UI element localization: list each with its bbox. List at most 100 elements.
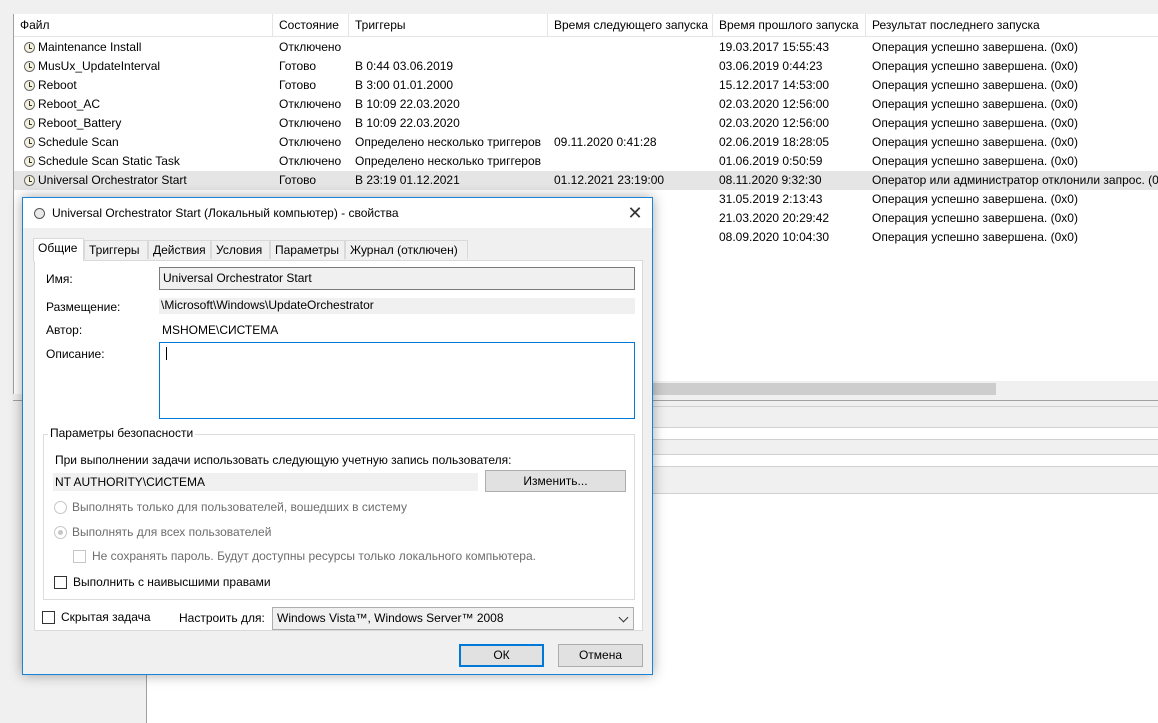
column-header-next-run[interactable]: Время следующего запуска xyxy=(548,14,713,36)
table-row[interactable]: Schedule Scan Отключено Определено несколь… xyxy=(14,133,1158,152)
task-status: Отключено xyxy=(279,40,342,54)
properties-dialog: Universal Orchestrator Start (Локальный … xyxy=(22,197,653,675)
security-options-group: Параметры безопасности При выполнении за… xyxy=(43,426,635,600)
tab-triggers[interactable]: Триггеры xyxy=(84,240,148,259)
task-result: Операция успешно завершена. (0x0) xyxy=(872,192,1078,206)
task-status: Отключено xyxy=(279,154,342,168)
tab-general[interactable]: Общие xyxy=(33,238,84,261)
run-logged-on-label: Выполнять только для пользователей, воше… xyxy=(72,500,407,514)
configure-for-label: Настроить для: xyxy=(179,611,265,625)
author-label: Автор: xyxy=(46,323,83,337)
task-next xyxy=(554,38,713,57)
task-last: 08.09.2020 10:04:30 xyxy=(719,230,830,244)
task-trigger: В 10:09 22.03.2020 xyxy=(355,97,460,111)
task-status: Готово xyxy=(279,59,317,73)
task-last: 15.12.2017 14:53:00 xyxy=(719,78,830,92)
task-last: 03.06.2019 0:44:23 xyxy=(719,59,823,73)
task-trigger: В 23:19 01.12.2021 xyxy=(355,173,460,187)
table-row[interactable]: Maintenance Install Отключено 19.03.2017 1… xyxy=(14,38,1158,57)
dialog-titlebar[interactable]: Universal Orchestrator Start (Локальный … xyxy=(23,198,652,228)
table-row[interactable]: Reboot_AC Отключено В 10:09 22.03.2020 02.0… xyxy=(14,95,1158,114)
task-result: Оператор или администратор отклонили зап… xyxy=(872,173,1158,187)
scrollbar-thumb[interactable] xyxy=(653,383,996,395)
hidden-task-checkbox[interactable] xyxy=(42,611,55,624)
task-trigger: Определено несколько триггеров xyxy=(355,154,542,168)
column-header-last-result[interactable]: Результат последнего запуска xyxy=(866,14,1158,36)
tab-settings[interactable]: Параметры xyxy=(270,240,345,259)
close-icon[interactable]: ✕ xyxy=(624,202,646,224)
tab-actions[interactable]: Действия xyxy=(148,240,211,259)
table-row[interactable]: Reboot_Battery Отключено В 10:09 22.03.202… xyxy=(14,114,1158,133)
clock-icon xyxy=(24,118,35,129)
column-header-file[interactable]: Файл xyxy=(14,14,273,36)
chevron-down-icon xyxy=(618,612,629,623)
table-row[interactable]: Reboot Готово В 3:00 01.01.2000 15.12.2017 … xyxy=(14,76,1158,95)
task-trigger: В 0:44 03.06.2019 xyxy=(355,59,454,73)
run-all-users-radio[interactable] xyxy=(54,526,67,539)
clock-icon xyxy=(34,208,45,219)
task-trigger xyxy=(355,38,548,57)
cancel-button[interactable]: Отмена xyxy=(558,644,643,667)
tab-history[interactable]: Журнал (отключен) xyxy=(345,240,468,259)
task-next: 01.12.2021 23:19:00 xyxy=(554,173,665,187)
task-status: Отключено xyxy=(279,116,342,130)
highest-privileges-label: Выполнить с наивысшими правами xyxy=(73,575,271,589)
task-result: Операция успешно завершена. (0x0) xyxy=(872,59,1078,73)
name-label: Имя: xyxy=(46,272,73,286)
task-name: Schedule Scan Static Task xyxy=(38,154,180,168)
task-last: 01.06.2019 0:50:59 xyxy=(719,154,823,168)
change-account-button[interactable]: Изменить... xyxy=(485,470,626,492)
column-header-triggers[interactable]: Триггеры xyxy=(349,14,548,36)
name-field[interactable]: Universal Orchestrator Start xyxy=(159,267,635,290)
description-input[interactable] xyxy=(159,342,635,419)
column-header-status[interactable]: Состояние xyxy=(273,14,349,36)
security-group-title: Параметры безопасности xyxy=(48,426,196,440)
task-result: Операция успешно завершена. (0x0) xyxy=(872,116,1078,130)
tab-conditions[interactable]: Условия xyxy=(211,240,270,259)
task-trigger: Определено несколько триггеров xyxy=(355,135,542,149)
task-next xyxy=(554,152,713,171)
task-last: 02.03.2020 12:56:00 xyxy=(719,116,830,130)
navigation-strip xyxy=(0,0,13,722)
task-result: Операция успешно завершена. (0x0) xyxy=(872,230,1078,244)
configure-for-select[interactable]: Windows Vista™, Windows Server™ 2008 xyxy=(272,607,634,630)
highest-privileges-checkbox[interactable] xyxy=(54,576,67,589)
ok-button[interactable]: ОК xyxy=(459,644,544,667)
task-result: Операция успешно завершена. (0x0) xyxy=(872,135,1078,149)
table-row[interactable]: MusUx_UpdateInterval Готово В 0:44 03.06.2… xyxy=(14,57,1158,76)
run-all-users-label: Выполнять для всех пользователей xyxy=(72,525,272,539)
table-row[interactable]: Universal Orchestrator Start Готово В 23:1… xyxy=(14,171,1158,190)
account-value: NT AUTHORITY\СИСТЕМА xyxy=(53,473,478,491)
task-result: Операция успешно завершена. (0x0) xyxy=(872,78,1078,92)
task-status: Готово xyxy=(279,78,317,92)
do-not-store-password-checkbox[interactable] xyxy=(73,550,86,563)
horizontal-scrollbar[interactable] xyxy=(653,381,1158,395)
task-result: Операция успешно завершена. (0x0) xyxy=(872,97,1078,111)
task-name: Universal Orchestrator Start xyxy=(38,173,187,187)
task-next xyxy=(554,114,713,133)
task-result: Операция успешно завершена. (0x0) xyxy=(872,154,1078,168)
task-status: Отключено xyxy=(279,135,342,149)
table-row[interactable]: Schedule Scan Static Task Отключено Опреде… xyxy=(14,152,1158,171)
configure-for-value: Windows Vista™, Windows Server™ 2008 xyxy=(277,611,504,625)
task-last: 02.03.2020 12:56:00 xyxy=(719,97,830,111)
text-caret xyxy=(166,347,167,360)
task-last: 21.03.2020 20:29:42 xyxy=(719,211,830,225)
task-next xyxy=(554,76,713,95)
task-name: Reboot_Battery xyxy=(38,116,122,130)
column-header-last-run[interactable]: Время прошлого запуска xyxy=(713,14,866,36)
task-status: Отключено xyxy=(279,97,342,111)
do-not-store-password-label: Не сохранять пароль. Будут доступны ресу… xyxy=(92,549,536,563)
clock-icon xyxy=(24,175,35,186)
clock-icon xyxy=(24,61,35,72)
clock-icon xyxy=(24,156,35,167)
account-prompt: При выполнении задачи использовать следу… xyxy=(55,453,512,467)
run-logged-on-radio[interactable] xyxy=(54,501,67,514)
hidden-task-label: Скрытая задача xyxy=(61,610,151,624)
task-name: Reboot xyxy=(38,78,77,92)
task-name: Maintenance Install xyxy=(38,40,142,54)
description-label: Описание: xyxy=(46,347,105,361)
task-list-header: Файл Состояние Триггеры Время следующего… xyxy=(14,14,1158,37)
task-name: Reboot_AC xyxy=(38,97,101,111)
clock-icon xyxy=(24,80,35,91)
